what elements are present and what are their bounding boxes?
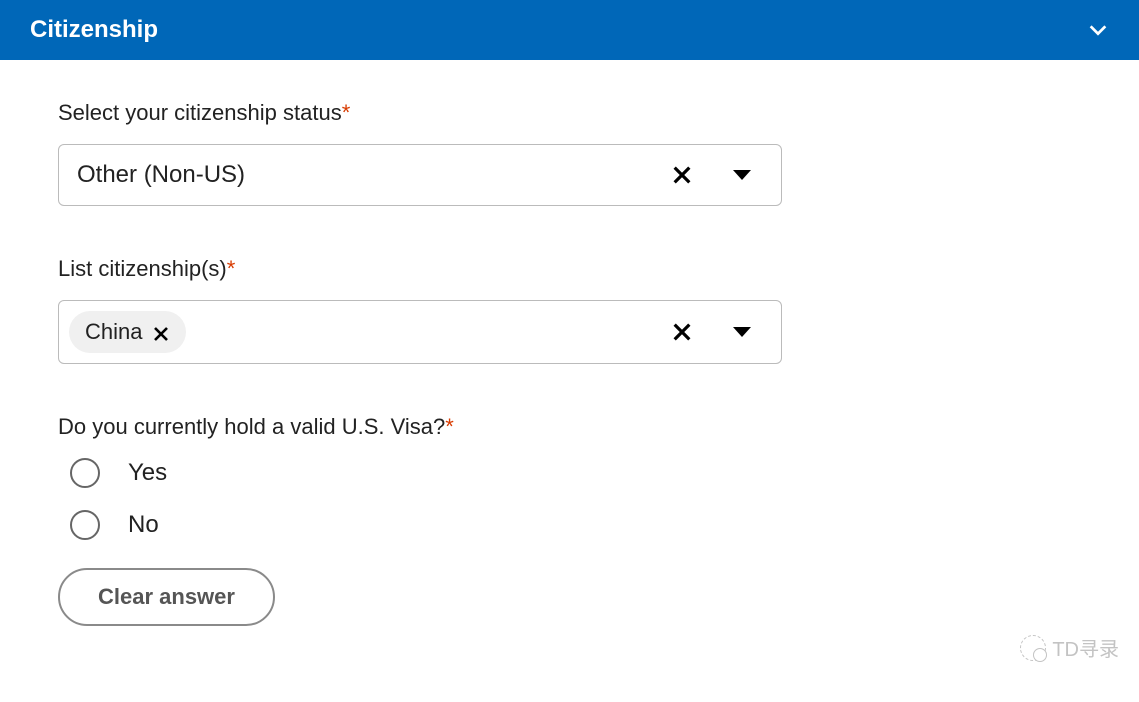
form-content: Select your citizenship status* Other (N… — [0, 60, 1139, 666]
section-title: Citizenship — [30, 16, 158, 44]
label-text: Select your citizenship status — [58, 100, 342, 125]
required-asterisk: * — [227, 256, 236, 281]
select-value: Other (Non-US) — [77, 161, 245, 189]
radio-label-yes: Yes — [128, 459, 167, 487]
radio-label-no: No — [128, 511, 159, 539]
select-controls — [671, 321, 763, 343]
radio-option-yes[interactable]: Yes — [70, 458, 1081, 488]
field-visa-question: Do you currently hold a valid U.S. Visa?… — [58, 414, 1081, 626]
chip-remove-icon[interactable] — [152, 323, 170, 341]
required-asterisk: * — [445, 414, 454, 439]
radio-icon — [70, 458, 100, 488]
field-citizenship-status: Select your citizenship status* Other (N… — [58, 100, 1081, 206]
required-asterisk: * — [342, 100, 351, 125]
label-text: Do you currently hold a valid U.S. Visa? — [58, 414, 445, 439]
chip-china: China — [69, 311, 186, 353]
list-citizenships-select[interactable]: China — [58, 300, 782, 364]
caret-down-icon[interactable] — [733, 170, 751, 180]
clear-icon[interactable] — [671, 164, 693, 186]
caret-down-icon[interactable] — [733, 327, 751, 337]
watermark-text: TD寻录 — [1052, 633, 1119, 662]
field-list-citizenships: List citizenship(s)* China — [58, 256, 1081, 364]
section-header-citizenship[interactable]: Citizenship — [0, 0, 1139, 60]
citizenship-status-select[interactable]: Other (Non-US) — [58, 144, 782, 206]
chip-label: China — [85, 319, 142, 345]
label-text: List citizenship(s) — [58, 256, 227, 281]
list-citizenships-label: List citizenship(s)* — [58, 256, 1081, 282]
radio-option-no[interactable]: No — [70, 510, 1081, 540]
citizenship-status-label: Select your citizenship status* — [58, 100, 1081, 126]
visa-radio-group: Yes No — [70, 458, 1081, 540]
watermark-icon — [1020, 635, 1046, 661]
chevron-down-icon[interactable] — [1087, 19, 1109, 41]
visa-question-label: Do you currently hold a valid U.S. Visa?… — [58, 414, 1081, 440]
radio-icon — [70, 510, 100, 540]
clear-answer-button[interactable]: Clear answer — [58, 568, 275, 626]
select-controls — [671, 164, 763, 186]
watermark: TD寻录 — [1020, 633, 1119, 662]
clear-icon[interactable] — [671, 321, 693, 343]
